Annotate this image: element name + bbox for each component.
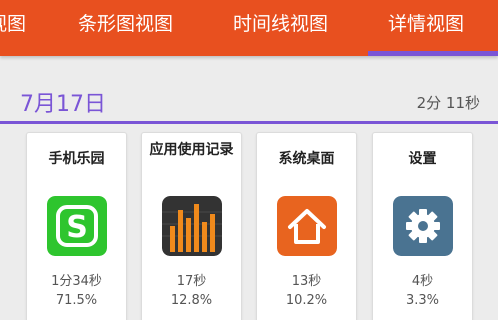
app-percent: 71.5% — [55, 293, 98, 308]
app-duration: 1分34秒 — [51, 274, 102, 289]
app-duration: 13秒 — [291, 274, 322, 289]
tab-bar: 视图 条形图视图 时间线视图 详情视图 — [0, 0, 498, 56]
app-name: 应用使用记录 — [149, 142, 234, 158]
app-duration: 4秒 — [411, 274, 434, 289]
tab-timeline-view[interactable]: 时间线视图 — [233, 0, 328, 56]
tab-bar-chart-view[interactable]: 条形图视图 — [78, 0, 173, 56]
active-tab-indicator — [368, 51, 498, 56]
app-card[interactable]: 设置 4秒 3.3% — [372, 132, 473, 320]
day-divider — [0, 121, 498, 124]
app-duration: 17秒 — [176, 274, 207, 289]
day-total-duration: 2分 11秒 — [416, 94, 480, 112]
app-percent: 12.8% — [170, 293, 213, 308]
app-name: 系统桌面 — [278, 151, 335, 167]
gear-icon — [393, 196, 453, 256]
home-icon — [277, 196, 337, 256]
app-card[interactable]: 手机乐园 S 1分34秒 71.5% — [26, 132, 127, 320]
app-name: 设置 — [408, 151, 437, 167]
tab-detail-view[interactable]: 详情视图 — [388, 0, 464, 56]
app-card[interactable]: 系统桌面 13秒 10.2% — [256, 132, 357, 320]
app-percent: 3.3% — [405, 293, 440, 308]
svg-text:S: S — [66, 210, 88, 245]
shopping-s-icon: S — [47, 196, 107, 256]
usage-bars-icon — [162, 196, 222, 256]
app-percent: 10.2% — [285, 293, 328, 308]
day-date: 7月17日 — [20, 92, 106, 117]
tab-view[interactable]: 视图 — [0, 0, 26, 56]
app-name: 手机乐园 — [48, 151, 105, 167]
app-card[interactable]: 应用使用记录 17秒 12.8% — [141, 132, 242, 320]
